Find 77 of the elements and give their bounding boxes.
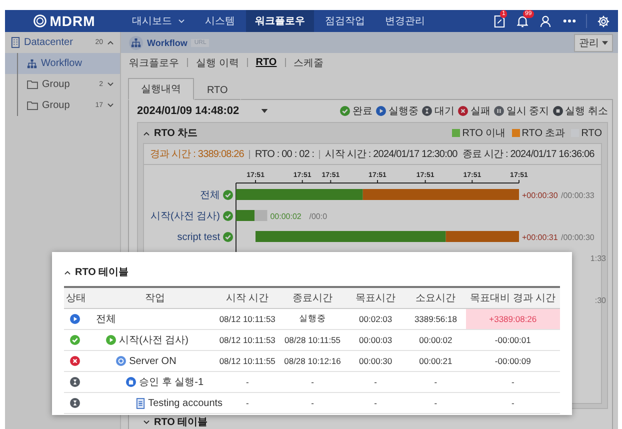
bar-reading: +00:00:31 [522, 233, 558, 242]
legend-label: RTO 이내 [462, 127, 506, 140]
task-name: 승인 후 실행-1 [139, 376, 204, 389]
bar-target: /00:00:33 [561, 191, 594, 200]
bar-target: /00:00:30 [561, 233, 594, 242]
task-name: 시작(사전 검사) [119, 334, 189, 347]
table-cell: - [215, 372, 280, 392]
row-label: 시작(사전 검사) [150, 211, 220, 222]
nav-item[interactable]: 워크플로우 [246, 10, 314, 32]
section-title: RTO 테이블 [154, 416, 208, 429]
table-cell: 실행중 [279, 308, 346, 330]
manage-dropdown[interactable]: 관리 [574, 34, 613, 52]
legend-label: RTO 초과 [522, 127, 566, 140]
tab[interactable]: 실행내역 [128, 78, 194, 100]
section-title: RTO 테이블 [75, 266, 129, 279]
bar-reading: 1:33 [590, 254, 606, 263]
table-cell: 00:00:02 [406, 330, 466, 350]
task-name: Testing accounts [148, 398, 223, 408]
table-cell: - [279, 392, 346, 414]
legend-label: RTO [581, 128, 602, 138]
bar-reading: 00:00:02 [270, 212, 302, 221]
nav-item[interactable]: 점검작업 [316, 10, 374, 32]
table-cell: 08/28 10:12:16 [279, 350, 346, 372]
table-cell: - [466, 372, 560, 392]
table-cell: - [346, 392, 406, 414]
section-title: RTO 차드 [154, 127, 198, 140]
bar-reading: +00:00:30 [522, 191, 558, 200]
table-cell: 08/28 10:11:55 [279, 330, 346, 350]
column-header: 목표시간 [346, 287, 406, 308]
legend-label: 실행 취소 [565, 105, 608, 118]
page-title: Workflow [147, 38, 188, 48]
sub-tab[interactable]: 워크플로우 [129, 56, 179, 70]
table-cell: 00:00:21 [406, 350, 466, 372]
sub-tab[interactable]: RTO [256, 57, 277, 68]
column-header: 소요시간 [406, 287, 466, 308]
table-cell: - [406, 392, 466, 414]
run-date-dropdown[interactable]: 2024/01/09 14:48:02 [137, 105, 268, 117]
nav-item[interactable]: 시스템 [196, 10, 244, 32]
bar-target: /00:0 [309, 212, 328, 221]
legend-label: 실행중 [388, 105, 418, 118]
table-cell: 00:00:03 [346, 330, 406, 350]
sub-tab[interactable]: 실행 이력 [196, 56, 239, 70]
table-cell: 00:00:30 [346, 350, 406, 372]
rto-value: RTO : 00 : 02 : [254, 148, 314, 160]
nav-item[interactable]: 변경관리 [376, 10, 434, 32]
legend-label: 완료 [352, 105, 372, 118]
nav-item[interactable]: 대시보드 [123, 10, 194, 32]
column-header: 상태 [64, 287, 96, 308]
table-cell: - [346, 372, 406, 392]
table-cell: 00:02:03 [346, 308, 406, 330]
table-cell: 08/12 10:11:53 [215, 308, 280, 330]
table-cell: -00:00:01 [466, 330, 560, 350]
start-time: 시작 시간 : 2024/01/17 12:30:00 [325, 148, 458, 161]
sub-tab[interactable]: 스케줄 [294, 56, 324, 70]
legend-label: 실패 [470, 105, 490, 118]
table-cell: -00:00:09 [466, 350, 560, 372]
table-cell: +3389:08:26 [466, 308, 560, 330]
legend-label: 일시 중지 [506, 105, 550, 118]
row-label: 전체 [200, 190, 220, 201]
table-cell: - [279, 372, 346, 392]
row-label: script test [177, 232, 220, 243]
table-cell: 08/12 10:11:55 [215, 350, 280, 372]
table-cell: 08/12 10:11:53 [215, 330, 280, 350]
column-header: 목표대비 경과 시간 [466, 287, 560, 308]
tree-item[interactable]: Workflow [5, 53, 120, 74]
table-cell: - [406, 372, 466, 392]
task-name: Server ON [129, 356, 176, 366]
column-header: 종료시간 [279, 287, 346, 308]
end-time: 종료 시간 : 2024/01/17 16:36:06 [462, 148, 594, 161]
logo-text: MDRM [50, 13, 96, 29]
legend-label: 대기 [434, 105, 454, 118]
elapsed-time: 경과 시간 : 3389:08:26 [150, 148, 244, 161]
task-name: 전체 [96, 313, 116, 326]
bar-reading: :30 [594, 296, 606, 305]
column-header: 시작 시간 [215, 287, 280, 308]
table-cell: - [466, 392, 560, 414]
column-header: 작업 [95, 287, 216, 308]
